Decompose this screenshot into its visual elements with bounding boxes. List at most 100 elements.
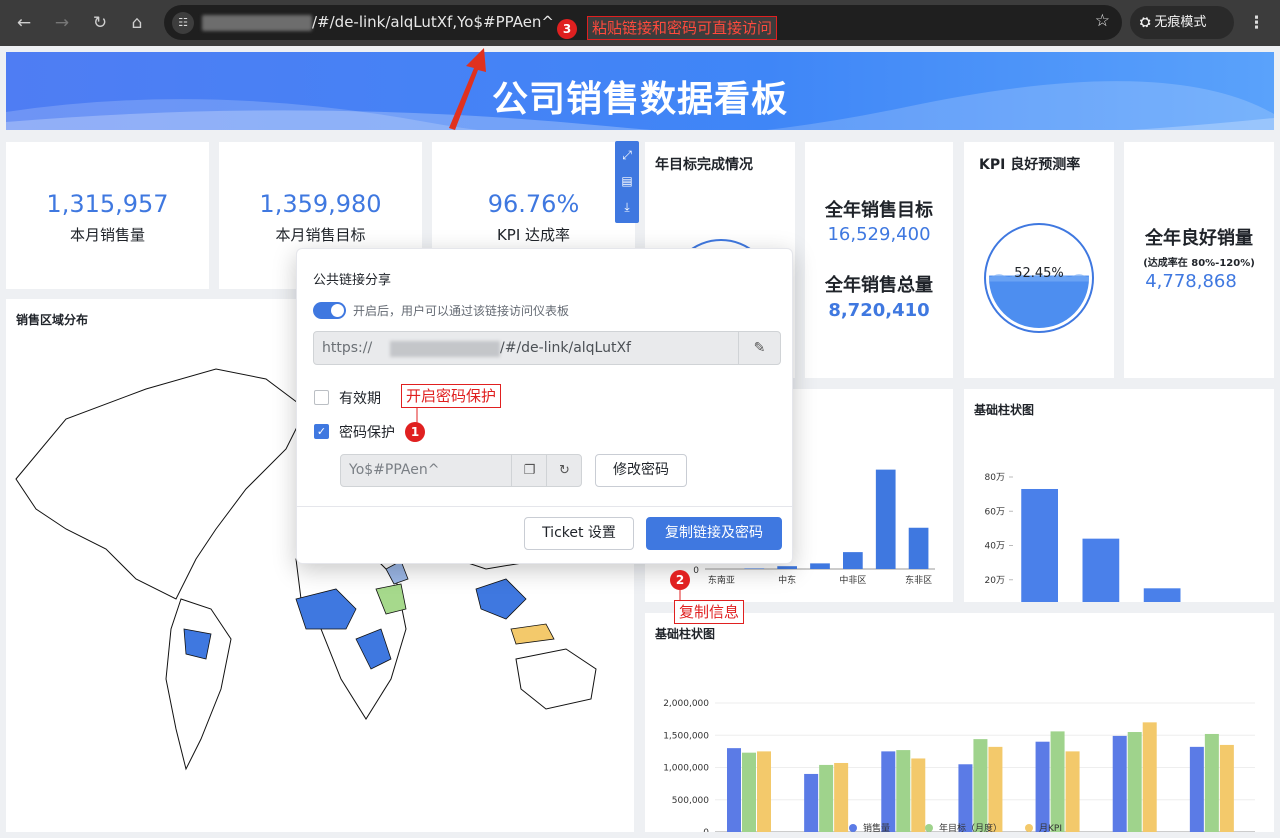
y-tick-label: 80万	[985, 473, 1005, 483]
bar	[1204, 733, 1219, 832]
dialog-divider	[297, 506, 792, 507]
legend-swatch	[849, 824, 857, 832]
y-tick-label: 2,000,000	[663, 699, 709, 709]
bar	[777, 566, 797, 569]
region-fill-indonesia	[510, 623, 555, 645]
bar	[973, 739, 988, 832]
password-value: Yo$#PPAen^	[349, 462, 440, 478]
australia-shape	[515, 648, 597, 710]
dashboard-title: 公司销售数据看板	[491, 79, 788, 120]
south-america-shape	[165, 598, 232, 771]
liquid-fill	[989, 275, 1089, 328]
legend-item: 月KPI	[1025, 821, 1062, 834]
good-sales-value: 4,778,868	[1145, 271, 1237, 292]
password-field[interactable]: Yo$#PPAen^ ❐ ↻	[340, 454, 582, 487]
bar	[1021, 488, 1058, 602]
document-icon[interactable]: ▤	[615, 169, 639, 193]
regenerate-password-icon[interactable]: ↻	[546, 455, 582, 486]
north-america-shape	[15, 368, 307, 600]
kpi-value: 96.76%	[487, 190, 580, 218]
bar	[896, 750, 911, 832]
edit-link-icon[interactable]: ✎	[738, 332, 780, 364]
bar	[1112, 735, 1127, 832]
step2-badge: 2	[670, 570, 690, 590]
bar	[727, 748, 741, 832]
copy-link-password-button[interactable]: 复制链接及密码	[646, 517, 782, 550]
good-sales-label: 全年良好销量	[1145, 228, 1253, 249]
step1-badge: 1	[405, 422, 425, 442]
kpi-card-monthly-sales: 1,315,957 本月销售量	[6, 142, 209, 289]
bar	[744, 568, 765, 569]
browser-menu-icon[interactable]: ⋮	[1248, 9, 1265, 37]
bar	[911, 758, 926, 832]
bookmark-star-icon[interactable]: ☆	[1095, 11, 1110, 31]
annual-summary-card: 全年销售目标 16,529,400 全年销售总量 8,720,410	[805, 142, 953, 378]
step3-badge: 3	[557, 19, 577, 39]
bar	[1219, 744, 1234, 832]
expand-icon[interactable]: ⤢	[615, 143, 639, 167]
incognito-label: 无痕模式	[1154, 15, 1207, 30]
basic-bar-card: 基础柱状图 0万20万40万60万80万MinimalLiteClassicTr…	[964, 389, 1274, 602]
bar	[875, 469, 896, 569]
good-sales-card: 全年良好销量 (达成率在 80%-120%) 4,778,868	[1124, 142, 1274, 378]
good-sales-subtitle: (达成率在 80%-120%)	[1143, 258, 1255, 269]
share-link-field[interactable]: https:// /#/de-link/alqLutXf ✎	[313, 331, 781, 365]
total-value: 8,720,410	[828, 300, 930, 321]
y-tick-label: 0	[693, 566, 699, 576]
y-tick-label: 1,500,000	[663, 731, 709, 741]
enable-link-switch[interactable]	[313, 302, 346, 319]
kpi-prediction-card: KPI 良好预测率 52.45%	[964, 142, 1114, 378]
monthly-grouped-bar-chart: 0500,0001,000,0001,500,0002,000,0002023-…	[663, 699, 1255, 832]
back-icon[interactable]: ←	[10, 9, 38, 37]
kpi-value: 1,359,980	[259, 190, 382, 218]
kpi-value: 1,315,957	[46, 190, 169, 218]
bar	[1143, 588, 1181, 602]
reload-icon[interactable]: ↻	[86, 9, 114, 37]
link-path: /#/de-link/alqLutXf	[500, 340, 631, 356]
x-tick-label: 中东	[778, 574, 796, 586]
legend-label: 年目标（月度）	[939, 824, 1003, 834]
region-fill-south-america	[183, 628, 212, 660]
total-label: 全年销售总量	[825, 275, 933, 296]
x-tick-label: 中非区	[839, 574, 866, 586]
kpi-liquid-gauge	[984, 223, 1094, 333]
target-label: 全年销售目标	[825, 200, 933, 221]
kpi-label: KPI 达成率	[496, 226, 571, 244]
home-icon[interactable]: ⌂	[123, 9, 151, 37]
bar	[742, 752, 756, 832]
incognito-button[interactable]: ⛭ 无痕模式	[1130, 6, 1234, 39]
bar	[881, 751, 896, 832]
address-url[interactable]: /#/de-link/alqLutXf,Yo$#PPAen^	[312, 13, 554, 31]
bar	[834, 762, 849, 832]
validity-checkbox[interactable]	[314, 390, 329, 405]
legend-item: 销售量	[849, 821, 890, 834]
x-tick-label: 东南亚	[708, 574, 735, 586]
ticket-settings-button[interactable]: Ticket 设置	[524, 517, 634, 550]
y-tick-label: 1,000,000	[663, 764, 709, 774]
password-label: 密码保护	[339, 425, 395, 441]
region-fill-southeast-asia	[475, 578, 527, 620]
blurred-host	[202, 15, 312, 31]
y-tick-label: 60万	[985, 507, 1005, 517]
bar	[908, 527, 929, 569]
title-banner: 公司销售数据看板	[6, 52, 1274, 130]
step3-label: 粘贴链接和密码可直接访问	[587, 16, 778, 40]
x-tick-label: 东非区	[905, 574, 932, 586]
blurred-host	[390, 341, 500, 357]
change-password-button[interactable]: 修改密码	[595, 454, 687, 487]
kpi-label: 本月销售量	[69, 226, 145, 244]
bar	[819, 764, 834, 832]
bar	[810, 563, 830, 569]
password-checkbox[interactable]: ✓	[314, 424, 329, 439]
bar	[1082, 538, 1120, 602]
step2-label: 复制信息	[674, 600, 745, 624]
kpi-prediction-value: 52.45%	[1014, 266, 1064, 281]
switch-label: 开启后，用户可以通过该链接访问仪表板	[353, 304, 570, 318]
forward-icon[interactable]: →	[48, 9, 76, 37]
copy-password-icon[interactable]: ❐	[511, 455, 547, 486]
y-tick-label: 500,000	[672, 796, 709, 806]
site-settings-icon[interactable]: ☷	[172, 12, 194, 34]
validity-label: 有效期	[339, 391, 381, 407]
download-icon[interactable]: ⤓	[615, 195, 639, 219]
bar	[1035, 741, 1050, 832]
